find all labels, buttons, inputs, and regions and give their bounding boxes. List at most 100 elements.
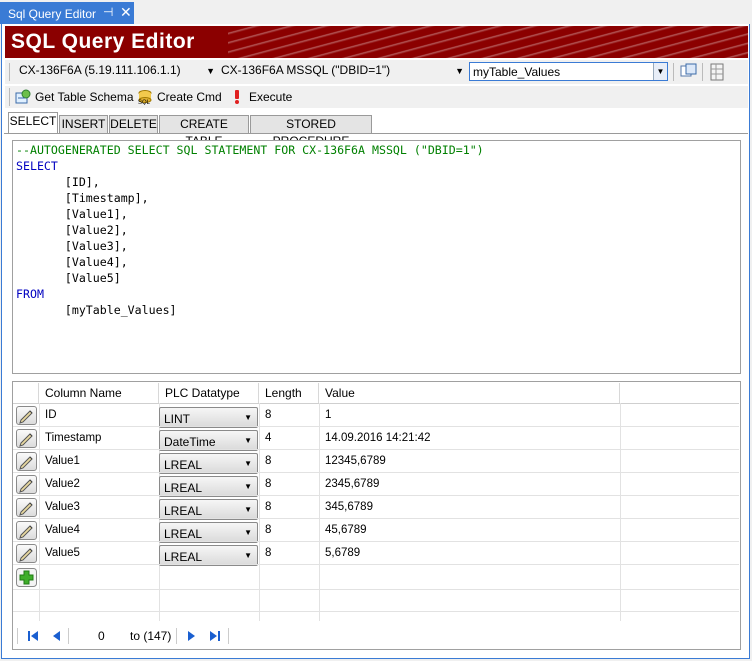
- edit-row-button[interactable]: [16, 498, 37, 517]
- previous-page-button[interactable]: [50, 630, 62, 645]
- first-page-button[interactable]: [27, 630, 39, 645]
- server-combo[interactable]: CX-136F6A (5.19.111.106.1.1) ▼: [19, 63, 215, 81]
- table-combo[interactable]: myTable_Values ▼: [469, 62, 668, 81]
- server-combo-value: CX-136F6A (5.19.111.106.1.1): [19, 63, 181, 77]
- sql-line: SELECT: [16, 159, 58, 173]
- document-tab[interactable]: Sql Query Editor ⊣ ✕: [0, 2, 134, 24]
- edit-row-button[interactable]: [16, 452, 37, 471]
- column-header-name[interactable]: Column Name: [39, 383, 159, 403]
- datatype-dropdown[interactable]: LREAL ▼: [159, 499, 258, 520]
- tab-stored-procedure[interactable]: STORED PROCEDURE: [250, 115, 372, 148]
- datatype-value: LREAL: [164, 550, 203, 564]
- edit-row-button[interactable]: [16, 429, 37, 448]
- pager-grip: [17, 628, 18, 644]
- grid-row-line: [13, 611, 739, 612]
- pencil-icon: [19, 502, 33, 516]
- tab-create-table[interactable]: CREATE TABLE: [159, 115, 249, 148]
- datatype-dropdown[interactable]: LREAL ▼: [159, 453, 258, 474]
- row-value[interactable]: 2345,6789: [325, 478, 379, 490]
- datatype-dropdown[interactable]: LREAL ▼: [159, 522, 258, 543]
- table-row[interactable]: [13, 496, 739, 519]
- grip-separator: [9, 88, 10, 106]
- datatype-value: LREAL: [164, 481, 203, 495]
- row-value[interactable]: 345,6789: [325, 501, 373, 513]
- pin-icon[interactable]: ⊣: [103, 5, 113, 19]
- first-page-icon: [28, 631, 38, 641]
- dropdown-arrow-icon: ▼: [244, 413, 252, 422]
- row-value[interactable]: 1: [325, 409, 331, 421]
- get-table-schema-button[interactable]: Get Table Schema: [15, 89, 134, 105]
- sql-editor[interactable]: --AUTOGENERATED SELECT SQL STATEMENT FOR…: [12, 140, 741, 374]
- dropdown-arrow-icon: ▼: [455, 66, 464, 76]
- pencil-icon: [19, 410, 33, 424]
- last-page-button[interactable]: [209, 630, 221, 645]
- row-value[interactable]: 5,6789: [325, 547, 360, 559]
- sql-line: [Value5]: [16, 271, 121, 285]
- row-length: 8: [265, 524, 272, 536]
- svg-text:SQL: SQL: [138, 100, 151, 105]
- edit-row-button[interactable]: [16, 521, 37, 540]
- pager-separator: [176, 628, 177, 644]
- datatype-dropdown[interactable]: LINT ▼: [159, 407, 258, 428]
- row-column-name: ID: [45, 409, 57, 421]
- row-length: 8: [265, 501, 272, 513]
- previous-page-icon: [53, 631, 60, 641]
- table-row[interactable]: [13, 542, 739, 565]
- row-value[interactable]: 14.09.2016 14:21:42: [325, 432, 431, 444]
- database-combo[interactable]: CX-136F6A MSSQL ("DBID=1") ▼: [221, 63, 464, 81]
- sql-line: [myTable_Values]: [16, 303, 177, 317]
- database-combo-value: CX-136F6A MSSQL ("DBID=1"): [221, 63, 391, 77]
- page-number-input[interactable]: 0: [74, 626, 126, 645]
- execute-button[interactable]: Execute: [229, 89, 292, 105]
- datatype-dropdown[interactable]: LREAL ▼: [159, 476, 258, 497]
- page-number-value: 0: [98, 629, 105, 643]
- tab-baseline: [4, 133, 748, 134]
- column-header-length[interactable]: Length: [259, 383, 319, 403]
- tab-delete[interactable]: DELETE: [109, 115, 158, 133]
- create-cmd-button[interactable]: SQL Create Cmd: [137, 89, 223, 106]
- tab-label: SELECT: [9, 114, 57, 128]
- datatype-value: LINT: [164, 412, 191, 426]
- row-column-name: Timestamp: [45, 432, 102, 444]
- dropdown-arrow-icon[interactable]: ▼: [653, 63, 667, 80]
- datatype-value: LREAL: [164, 527, 203, 541]
- sql-line: [Value4],: [16, 255, 128, 269]
- edit-row-button[interactable]: [16, 406, 37, 425]
- datatype-dropdown[interactable]: LREAL ▼: [159, 545, 258, 566]
- last-page-icon: [210, 631, 220, 641]
- header-banner: SQL Query Editor: [5, 26, 748, 58]
- datatype-value: LREAL: [164, 504, 203, 518]
- column-header-value[interactable]: Value: [319, 383, 620, 403]
- pencil-icon: [19, 433, 33, 447]
- grid-row-line: [13, 564, 739, 565]
- dropdown-arrow-icon: ▼: [244, 505, 252, 514]
- table-row[interactable]: [13, 404, 739, 427]
- tab-insert[interactable]: INSERT: [59, 115, 108, 133]
- row-value[interactable]: 45,6789: [325, 524, 367, 536]
- pager-separator: [68, 628, 69, 644]
- plus-icon: [16, 568, 37, 587]
- grid-row-line: [13, 589, 739, 590]
- grip-separator: [9, 63, 10, 81]
- dropdown-arrow-icon: ▼: [244, 551, 252, 560]
- pencil-icon: [19, 456, 33, 470]
- next-page-button[interactable]: [186, 630, 198, 645]
- get-table-schema-label: Get Table Schema: [35, 90, 134, 104]
- row-value[interactable]: 12345,6789: [325, 455, 386, 467]
- edit-row-button[interactable]: [16, 475, 37, 494]
- tab-select[interactable]: SELECT: [8, 112, 58, 134]
- copy-icon[interactable]: [680, 63, 698, 79]
- close-icon[interactable]: ✕: [120, 4, 132, 21]
- add-row-button[interactable]: [16, 568, 37, 587]
- column-header-datatype[interactable]: PLC Datatype: [159, 383, 259, 403]
- pencil-icon: [19, 479, 33, 493]
- pager-separator: [228, 628, 229, 644]
- sql-line: [Value1],: [16, 207, 128, 221]
- table-row[interactable]: [13, 519, 739, 542]
- dropdown-arrow-icon: ▼: [244, 528, 252, 537]
- table-settings-icon[interactable]: [709, 63, 725, 81]
- edit-row-button[interactable]: [16, 544, 37, 563]
- datatype-dropdown[interactable]: DateTime ▼: [159, 430, 258, 451]
- next-page-icon: [188, 631, 195, 641]
- create-cmd-label: Create Cmd: [157, 90, 222, 104]
